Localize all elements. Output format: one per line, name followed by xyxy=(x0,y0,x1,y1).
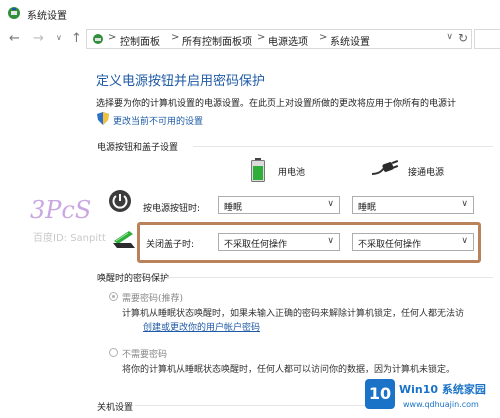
change-account-password-link[interactable]: 创建或更改你的用户帐户密码 xyxy=(143,320,260,333)
site-logo-name: Win10 系统家园 xyxy=(399,383,486,396)
address-bar[interactable]: > 控制面板 > 所有控制面板项 > 电源选项 > 系统设置 ∨ ↻ xyxy=(86,29,472,49)
watermark-text: 百度ID: Sanpitt xyxy=(33,233,106,244)
lid-close-label: 关闭盖子时: xyxy=(146,240,195,250)
chevron-down-icon: ∨ xyxy=(461,199,468,209)
breadcrumb-control-panel[interactable]: 控制面板 xyxy=(120,33,160,48)
require-password-label: 需要密码(推荐) xyxy=(122,294,184,304)
breadcrumb-all-items[interactable]: 所有控制面板项 xyxy=(182,33,252,48)
title-bar: 系统设置 xyxy=(0,0,500,26)
search-input[interactable] xyxy=(474,29,500,49)
breadcrumb-separator: > xyxy=(108,32,117,43)
require-password-radio[interactable] xyxy=(109,292,118,301)
power-button-battery-select[interactable]: 睡眠 ∨ xyxy=(218,196,340,214)
chevron-down-icon: ∨ xyxy=(327,199,334,209)
forward-arrow-icon[interactable]: → xyxy=(33,31,44,46)
column-header-battery: 用电池 xyxy=(278,168,306,178)
site-logo-url: www.qdhuajin.com xyxy=(403,400,479,409)
power-button-plugged-select[interactable]: 睡眠 ∨ xyxy=(352,196,474,214)
up-arrow-icon[interactable]: ↑ xyxy=(71,31,82,46)
select-value: 不采取任何操作 xyxy=(224,240,288,250)
lid-close-plugged-select[interactable]: 不采取任何操作 ∨ xyxy=(352,233,474,251)
chevron-down-icon: ∨ xyxy=(461,236,468,246)
breadcrumb-power-options[interactable]: 电源选项 xyxy=(268,33,308,48)
require-password-description: 计算机从睡眠状态唤醒时，如果未输入正确的密码来解除计算机锁定，任何人都无法访 xyxy=(122,309,465,319)
chevron-down-icon[interactable]: ∨ xyxy=(446,32,453,42)
divider xyxy=(193,146,493,147)
no-password-label: 不需要密码 xyxy=(122,350,168,360)
laptop-lid-icon xyxy=(111,229,137,254)
site-logo: 10 Win10 系统家园 www.qdhuajin.com xyxy=(365,379,500,418)
breadcrumb-separator: > xyxy=(171,32,180,43)
breadcrumb-system-settings[interactable]: 系统设置 xyxy=(330,33,370,48)
page-description: 选择要为你的计算机设置的电源设置。在此页上对设置所做的更改将应用于你所有的电源计 xyxy=(96,99,457,109)
battery-icon xyxy=(251,158,265,185)
section-header-password: 唤醒时的密码保护 xyxy=(97,274,170,284)
power-button-label: 按电源按钮时: xyxy=(143,204,201,214)
power-button-icon xyxy=(109,190,131,212)
page-title: 定义电源按钮并启用密码保护 xyxy=(96,74,266,89)
control-panel-icon xyxy=(91,32,105,49)
no-password-radio[interactable] xyxy=(109,348,118,357)
section-header-shutdown: 关机设置 xyxy=(97,403,134,413)
window-title: 系统设置 xyxy=(27,11,67,22)
divider xyxy=(167,277,493,278)
breadcrumb-separator: > xyxy=(257,32,266,43)
chevron-down-icon[interactable]: ∨ xyxy=(56,33,62,42)
plug-icon xyxy=(370,160,400,181)
breadcrumb-separator: > xyxy=(319,32,328,43)
section-header-power-buttons: 电源按钮和盖子设置 xyxy=(97,143,179,153)
watermark-signature: 3PcS xyxy=(30,196,92,224)
lid-close-battery-select[interactable]: 不采取任何操作 ∨ xyxy=(218,233,340,251)
select-value: 睡眠 xyxy=(224,203,243,213)
select-value: 睡眠 xyxy=(358,203,377,213)
uac-shield-icon xyxy=(97,112,109,128)
back-arrow-icon[interactable]: ← xyxy=(9,31,20,46)
refresh-icon[interactable]: ↻ xyxy=(458,31,468,45)
power-options-icon xyxy=(7,6,21,23)
chevron-down-icon: ∨ xyxy=(327,236,334,246)
column-header-plugged-in: 接通电源 xyxy=(408,168,445,178)
divider xyxy=(135,405,365,406)
no-password-description: 将你的计算机从睡眠状态唤醒时，任何人都可以访问你的数据，因为计算机未锁定。 xyxy=(122,365,456,375)
select-value: 不采取任何操作 xyxy=(358,240,422,250)
change-unavailable-settings-link[interactable]: 更改当前不可用的设置 xyxy=(113,114,203,127)
site-logo-badge: 10 xyxy=(365,379,395,409)
